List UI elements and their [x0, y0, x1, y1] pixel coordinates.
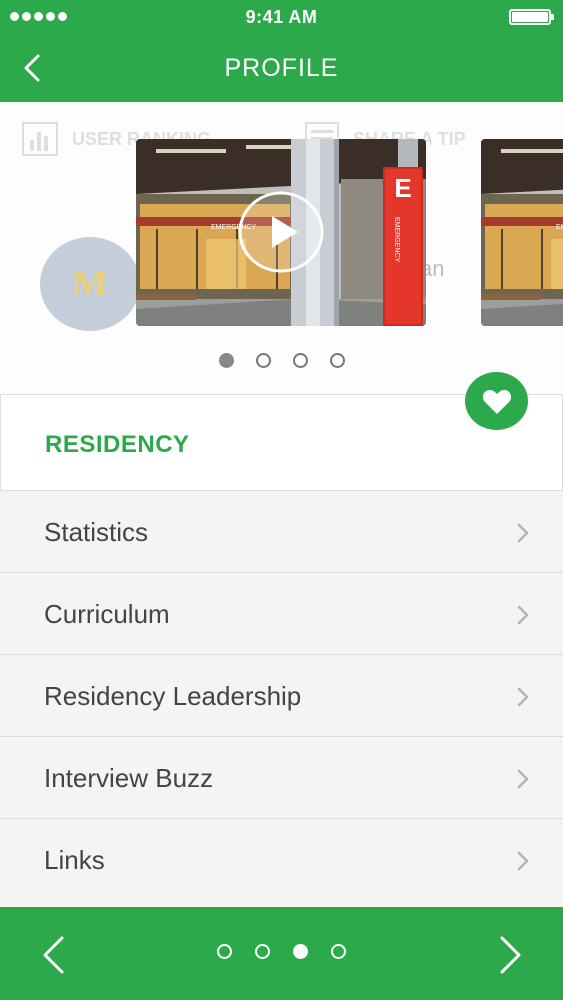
nav-bar: PROFILE [0, 34, 563, 102]
chevron-right-icon [517, 523, 529, 543]
page-dot[interactable] [255, 944, 270, 959]
program-logo: M [40, 237, 140, 331]
chevron-right-icon [517, 769, 529, 789]
menu-item-curriculum[interactable]: Curriculum [0, 573, 563, 655]
chevron-right-icon [500, 936, 521, 974]
chevron-right-icon [517, 851, 529, 871]
chevron-right-icon [517, 605, 529, 625]
chevron-right-icon [517, 687, 529, 707]
bottom-pager [0, 907, 563, 1000]
status-bar: 9:41 AM [0, 0, 563, 34]
page-dot[interactable] [217, 944, 232, 959]
carousel-pagination [0, 353, 563, 368]
page-dot[interactable] [293, 944, 308, 959]
menu-item-statistics[interactable]: Statistics [0, 491, 563, 573]
menu-item-label: Statistics [44, 517, 149, 547]
hospital-entrance-image [481, 139, 563, 326]
menu-item-label: Curriculum [44, 599, 170, 629]
bar-chart-icon [22, 122, 58, 156]
profile-header: USER RANKING SHARE A TIP M an [0, 102, 563, 394]
next-video-thumbnail[interactable] [481, 139, 563, 326]
status-time: 9:41 AM [245, 7, 318, 27]
carousel-dot[interactable] [255, 353, 271, 368]
battery-icon [509, 9, 554, 25]
menu-item-label: Links [44, 845, 105, 875]
logo-letter: M [72, 263, 108, 305]
carousel-dot[interactable] [292, 353, 308, 368]
menu-item-links[interactable]: Links [0, 819, 563, 905]
menu-item-interview-buzz[interactable]: Interview Buzz [0, 737, 563, 819]
section-title: RESIDENCY [45, 431, 190, 458]
menu-item-label: Interview Buzz [44, 763, 214, 793]
menu-item-residency-leadership[interactable]: Residency Leadership [0, 655, 563, 737]
page-dot[interactable] [331, 944, 346, 959]
residency-menu: Statistics Curriculum Residency Leadersh… [0, 491, 563, 905]
menu-item-label: Residency Leadership [44, 681, 302, 711]
page-indicator [0, 944, 563, 959]
page-title: PROFILE [224, 54, 339, 82]
video-thumbnail[interactable] [136, 139, 426, 326]
carousel-dot[interactable] [329, 353, 345, 368]
carousel-dot[interactable] [218, 353, 234, 368]
next-page-button[interactable] [498, 935, 524, 975]
play-icon[interactable] [238, 191, 324, 273]
heart-icon [482, 389, 511, 414]
favorite-button[interactable] [465, 372, 528, 430]
